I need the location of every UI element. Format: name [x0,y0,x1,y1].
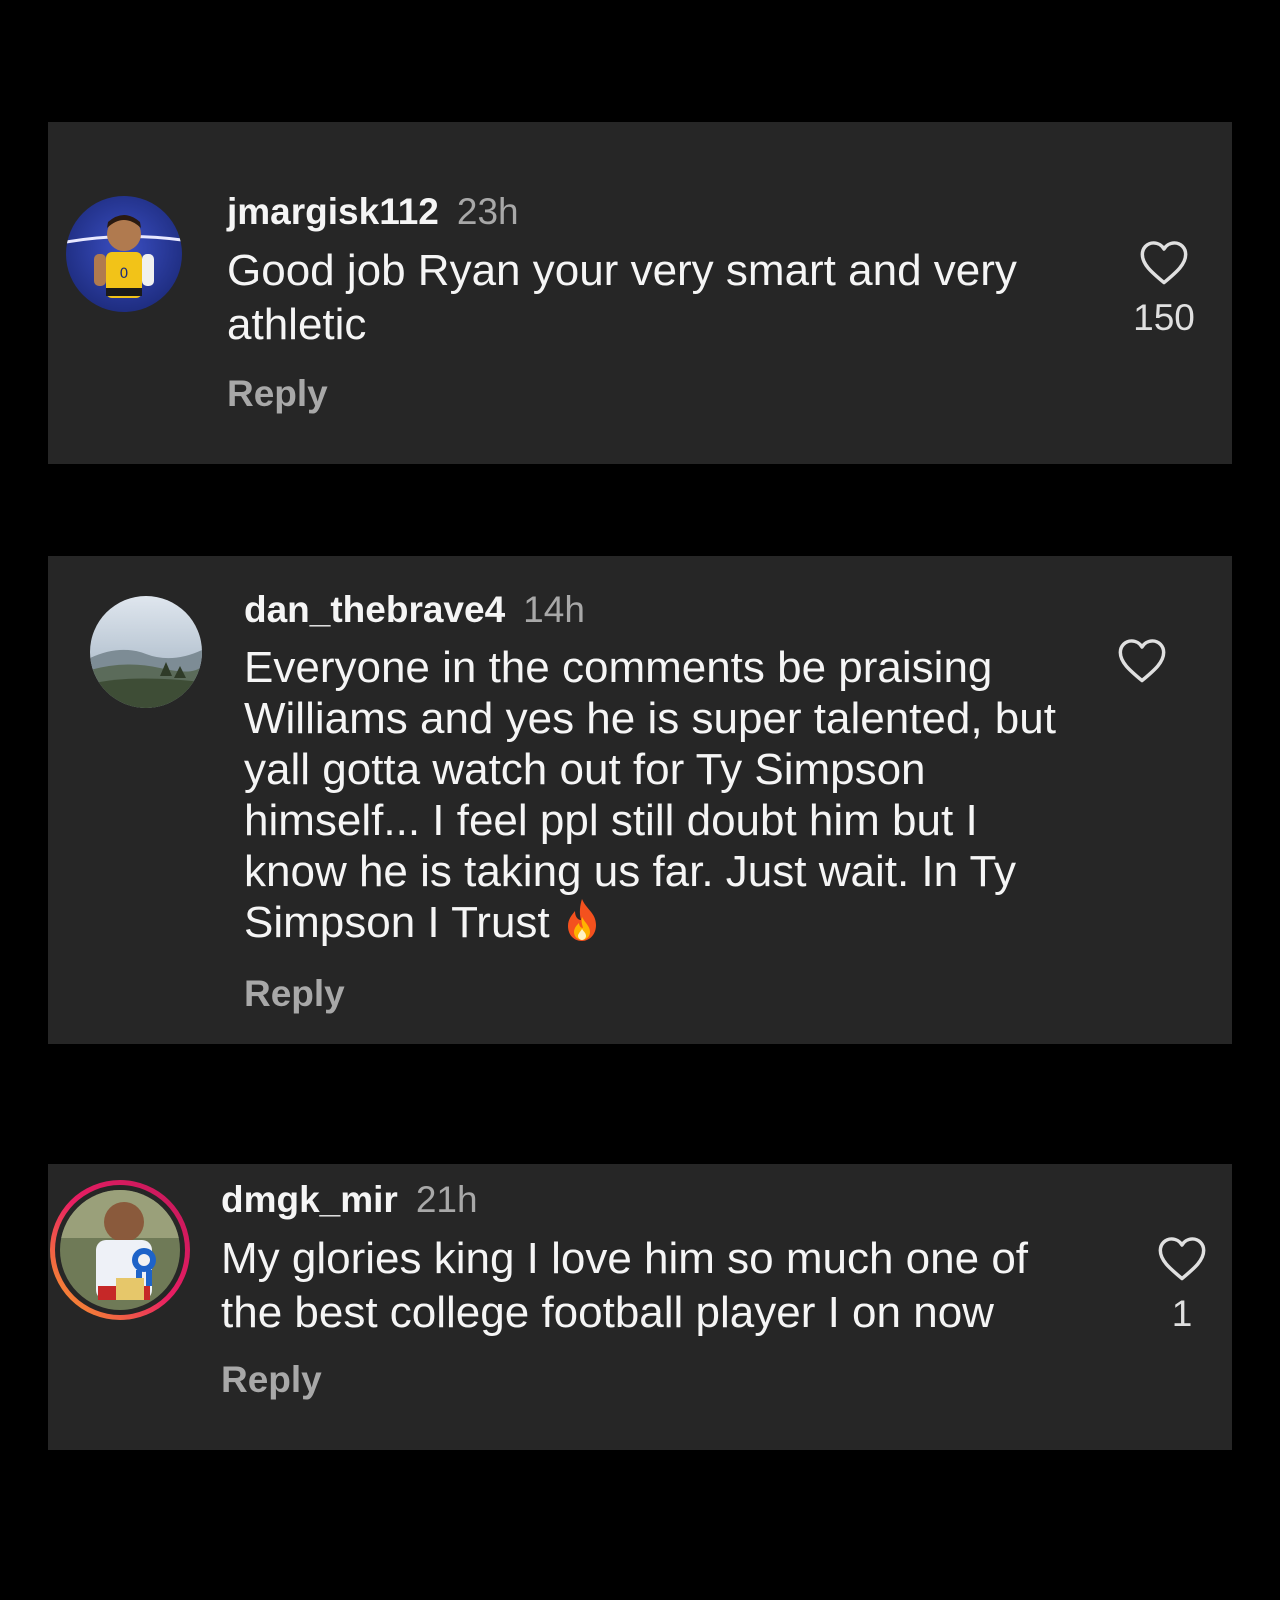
timestamp: 14h [523,589,585,630]
comment-text-line: Everyone in the comments be praising [244,643,993,692]
heart-icon[interactable] [1116,636,1168,684]
like-control: 1 [1142,1234,1222,1336]
like-count: 150 [1133,297,1195,338]
fire-icon [562,897,602,954]
comment-text: Good job Ryan your very smart and very a… [227,244,1107,352]
comment-meta: dmgk_mir 21h [221,1178,1121,1222]
user-avatar-story-ring[interactable] [48,1178,192,1322]
username-link[interactable]: dan_thebrave4 [244,589,505,630]
reply-button[interactable]: Reply [221,1358,1121,1402]
comment-text-line: My glories king I love him so much one o… [221,1234,1029,1283]
comment-text-line: Williams and yes he is super talented, b… [244,694,1056,743]
user-avatar[interactable] [90,596,202,708]
username-link[interactable]: jmargisk112 [227,191,439,232]
comment-meta: dan_thebrave4 14h [244,588,1124,632]
basketball-player-avatar-icon: 0 [66,196,182,312]
comment-card: dan_thebrave4 14h Everyone in the comment… [48,556,1232,1044]
comment-text: Everyone in the comments be praising Wil… [244,642,1124,954]
comment-text-line: Simpson I Trust [244,897,1124,954]
comment-card: 0 jmargisk112 23h Good job Ryan your very… [48,122,1232,464]
reply-button[interactable]: Reply [227,372,1107,416]
mountain-landscape-avatar-icon [90,596,202,708]
comment-text-segment: Simpson I Trust [244,898,550,947]
comment-text-line: know he is taking us far. Just wait. In … [244,847,1016,896]
comment-text-line: Good job Ryan your very smart and very [227,246,1017,295]
timestamp: 23h [456,191,519,232]
username-link[interactable]: dmgk_mir [221,1179,398,1220]
svg-text:0: 0 [120,266,129,282]
heart-icon[interactable] [1156,1234,1208,1282]
reply-button[interactable]: Reply [244,972,1124,1016]
comment-card: dmgk_mir 21h My glories king I love him s… [48,1164,1232,1450]
comment-text: My glories king I love him so much one o… [221,1232,1121,1340]
comment-text-line: the best college football player I on no… [221,1288,994,1337]
comment-text-line: athletic [227,300,367,349]
child-photo-avatar-with-story-ring-icon [50,1180,190,1320]
heart-icon[interactable] [1138,238,1190,286]
like-count: 1 [1171,1293,1193,1334]
comment-text-line: himself... I feel ppl still doubt him bu… [244,796,978,845]
user-avatar[interactable]: 0 [66,196,182,312]
comment-meta: jmargisk112 23h [227,190,1107,234]
timestamp: 21h [415,1179,478,1220]
like-control [1102,636,1182,694]
like-control: 150 [1124,238,1204,340]
comment-text-line: yall gotta watch out for Ty Simpson [244,745,926,794]
